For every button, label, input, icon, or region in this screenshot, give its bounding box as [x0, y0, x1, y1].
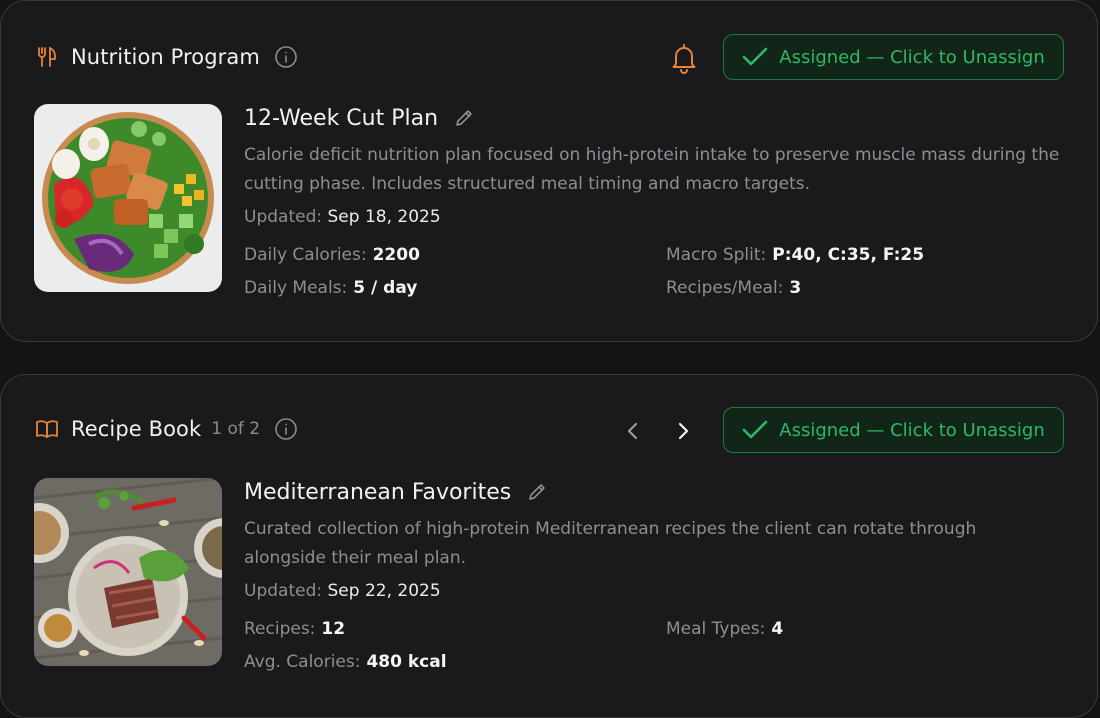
nutrition-program-header: Nutrition Program [35, 41, 298, 73]
unassign-recipe-book-button[interactable]: Assigned — Click to Unassign [723, 407, 1064, 453]
assign-button-label: Assigned — Click to Unassign [779, 419, 1045, 441]
assign-button-label: Assigned — Click to Unassign [779, 46, 1045, 68]
stat-meal-types: Meal Types: 4 [666, 619, 784, 639]
recipe-book-card: Recipe Book 1 of 2 Assigned — Click to U… [0, 374, 1098, 718]
check-icon [742, 419, 768, 441]
bell-icon[interactable] [669, 41, 699, 75]
plan-title: 12-Week Cut Plan [244, 105, 439, 131]
open-book-icon [35, 417, 59, 441]
book-stats: Recipes: 12 Meal Types: 4 Avg. Calories: 48… [244, 619, 1063, 677]
chevron-left-icon[interactable] [619, 417, 647, 445]
mediterranean-dishes-image [34, 478, 222, 666]
book-description: Curated collection of high-protein Medit… [244, 519, 977, 568]
recipe-book-details: Mediterranean Favorites Curated collecti… [244, 477, 1063, 677]
pager-count: 1 of 2 [211, 419, 261, 439]
stat-avg-calories: Avg. Calories: 480 kcal [244, 652, 447, 672]
section-title: Nutrition Program [71, 45, 260, 69]
fork-knife-icon [35, 45, 59, 69]
plan-stats: Daily Calories: 2200 Macro Split: P:40, C:… [244, 245, 1063, 303]
info-icon[interactable] [274, 417, 298, 441]
salad-bowl-image [34, 104, 222, 292]
section-title: Recipe Book [71, 417, 202, 441]
book-title: Mediterranean Favorites [244, 479, 512, 505]
stat-recipes: Recipes: 12 [244, 619, 346, 639]
book-updated: Updated: Sep 22, 2025 [244, 581, 441, 601]
stat-macro-split: Macro Split: P:40, C:35, F:25 [666, 245, 925, 265]
chevron-right-icon[interactable] [669, 417, 697, 445]
stat-daily-calories: Daily Calories: 2200 [244, 245, 420, 265]
plan-updated: Updated: Sep 18, 2025 [244, 207, 441, 227]
nutrition-program-card: Nutrition Program Assigned — Click to Un… [0, 0, 1098, 342]
unassign-nutrition-button[interactable]: Assigned — Click to Unassign [723, 34, 1064, 80]
plan-description: Calorie deficit nutrition plan focused o… [244, 145, 1060, 194]
recipe-book-header: Recipe Book 1 of 2 [35, 413, 298, 445]
nutrition-plan-details: 12-Week Cut Plan Calorie deficit nutriti… [244, 103, 1063, 303]
check-icon [742, 46, 768, 68]
pencil-icon[interactable] [527, 481, 549, 503]
stat-daily-meals: Daily Meals: 5 / day [244, 278, 418, 298]
pencil-icon[interactable] [454, 107, 476, 129]
stat-recipes-per-meal: Recipes/Meal: 3 [666, 278, 802, 298]
info-icon[interactable] [274, 45, 298, 69]
